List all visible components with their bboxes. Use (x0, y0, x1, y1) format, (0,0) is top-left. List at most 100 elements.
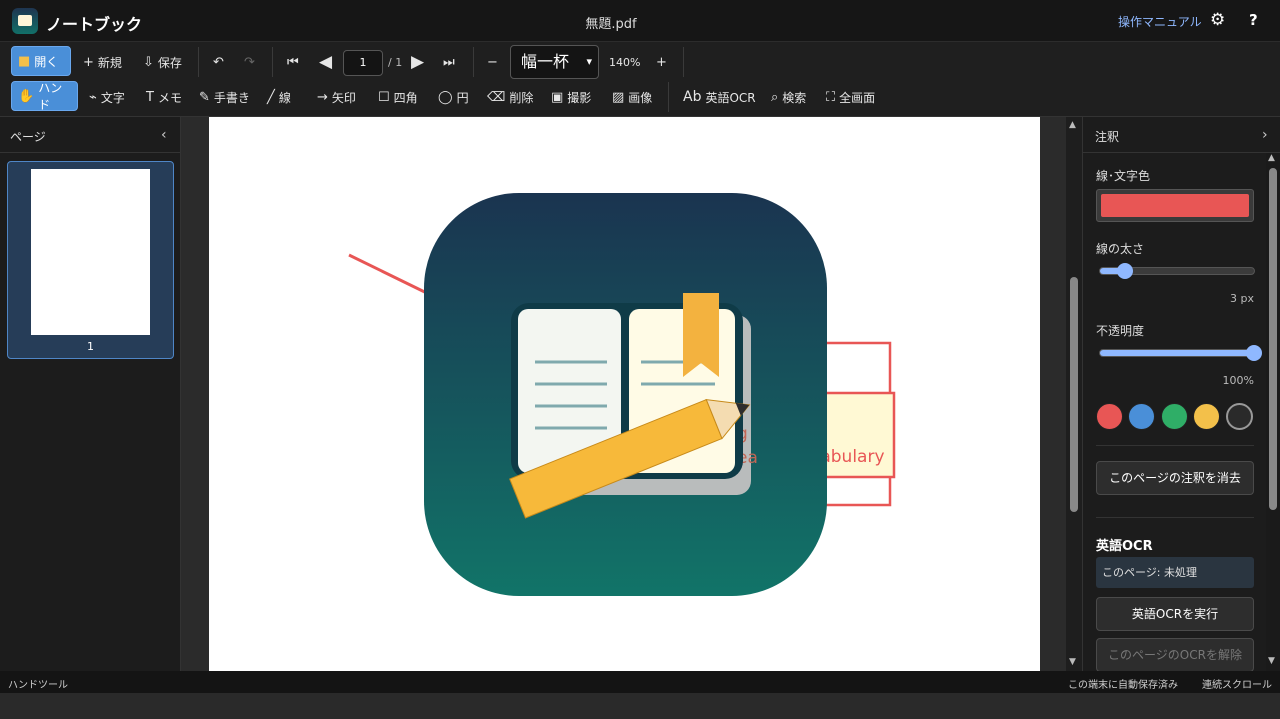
status-bar: ハンドツール この端末に自動保存済み 連続スクロール (0, 671, 1280, 693)
document-title: 無題.pdf (585, 17, 637, 32)
open-button[interactable]: ■ 開く (11, 46, 71, 76)
delete-tool-button[interactable]: ⌫ 削除 (481, 82, 539, 112)
prev-page-icon: ◀ (319, 52, 333, 72)
help-button[interactable]: ? (1249, 11, 1258, 29)
memo-icon: T (146, 89, 154, 105)
remove-ocr-button[interactable]: このページのOCRを解除 (1096, 638, 1254, 672)
opacity-slider-knob[interactable] (1246, 345, 1262, 361)
toolbar-divider (272, 47, 273, 77)
zoom-select[interactable]: 幅一杯 ▾ (510, 45, 599, 79)
image-button[interactable]: ▨ 画像 (606, 82, 658, 112)
line-tool-label: 線 (278, 90, 291, 105)
annotation-panel-scrollbar[interactable]: ▲ ▼ (1266, 153, 1280, 671)
line-width-value: 3 px (1230, 292, 1254, 305)
capture-button[interactable]: ▣ 撮影 (545, 82, 597, 112)
open-button-label: 開く (34, 54, 59, 69)
save-status: この端末に自動保存済み (1068, 680, 1178, 691)
page-panel-header: ページ ‹ (0, 117, 180, 153)
line-width-slider[interactable] (1099, 263, 1255, 279)
memo-tool-button[interactable]: T メモ (140, 82, 188, 112)
save-button[interactable]: ⇩ 保存 (137, 47, 188, 77)
fullscreen-icon: ⛶ (826, 89, 836, 105)
color-swatch-red[interactable] (1096, 403, 1123, 430)
page-number-input[interactable]: 1 (343, 50, 383, 76)
color-picker[interactable] (1096, 189, 1254, 222)
capture-label: 撮影 (567, 90, 592, 105)
arrow-tool-button[interactable]: → 矢印 (311, 82, 362, 112)
circle-icon: ◯ (438, 89, 453, 105)
undo-icon: ↶ (213, 54, 224, 70)
annotation-panel-header: 注釈 › (1083, 117, 1280, 153)
handwriting-tool-button[interactable]: ✎ 手書き (193, 82, 256, 112)
scroll-up-icon[interactable]: ▲ (1268, 153, 1275, 163)
circle-tool-label: 円 (456, 90, 469, 105)
manual-link[interactable]: 操作マニュアル (1118, 13, 1202, 30)
undo-button[interactable]: ↶ (207, 47, 230, 77)
circle-tool-button[interactable]: ◯ 円 (432, 82, 475, 112)
last-page-button[interactable]: ⏭ (437, 47, 461, 77)
prev-page-button[interactable]: ◀ (313, 47, 338, 77)
viewer-scrollbar-thumb[interactable] (1070, 277, 1078, 512)
color-swatch-green[interactable] (1161, 403, 1188, 430)
rectangle-tool-button[interactable]: ☐ 四角 (372, 82, 424, 112)
hand-tool-label: ハンド (38, 81, 63, 112)
hand-tool-button[interactable]: ✋ ハンド (11, 81, 78, 112)
last-page-icon: ⏭ (443, 54, 455, 70)
eraser-icon: ⌫ (487, 89, 506, 105)
chevron-right-icon[interactable]: › (1262, 127, 1268, 143)
opacity-slider[interactable] (1099, 345, 1262, 361)
handwriting-tool-label: 手書き (213, 90, 250, 105)
pdf-page[interactable]: cabulary g ea (209, 117, 1040, 671)
color-swatch-none[interactable] (1226, 403, 1253, 430)
fullscreen-button[interactable]: ⛶ 全画面 (820, 82, 881, 112)
delete-tool-label: 削除 (509, 90, 534, 105)
redo-button[interactable]: ↷ (238, 47, 261, 77)
document-viewer[interactable]: cabulary g ea (181, 117, 1066, 671)
search-button[interactable]: ⌕ 検索 (765, 82, 812, 112)
zoom-out-button[interactable]: − (481, 47, 504, 77)
zoom-select-value: 幅一杯 (521, 52, 570, 71)
page-thumbnail-panel: ページ ‹ 1 (0, 117, 181, 671)
next-page-button[interactable]: ▶ (405, 47, 430, 77)
clear-annotations-button[interactable]: このページの注釈を消去 (1096, 461, 1254, 495)
zoom-in-button[interactable]: + (650, 47, 673, 77)
viewer-scrollbar[interactable]: ▲ ▼ (1066, 117, 1082, 671)
ocr-icon: Ab (683, 89, 702, 105)
chevron-left-icon[interactable]: ‹ (161, 127, 167, 143)
ocr-button[interactable]: Ab 英語OCR (677, 82, 762, 112)
thumbnail-page-number: 1 (87, 340, 94, 353)
new-button[interactable]: + 新規 (77, 47, 128, 77)
pen-icon: ✎ (199, 89, 210, 105)
next-page-icon: ▶ (411, 52, 425, 72)
minus-icon: − (487, 54, 498, 70)
new-button-label: 新規 (97, 55, 122, 70)
annotation-panel: 注釈 › 線･文字色 線の太さ 3 px 不透明度 100% このページの注釈を… (1082, 117, 1280, 672)
image-label: 画像 (628, 90, 653, 105)
color-swatch-blue[interactable] (1128, 403, 1155, 430)
rectangle-tool-label: 四角 (393, 90, 418, 105)
gear-icon[interactable]: ⚙ (1210, 10, 1225, 30)
color-swatch-yellow[interactable] (1193, 403, 1220, 430)
first-page-button[interactable]: ⏮ (281, 47, 305, 77)
scroll-mode-status[interactable]: 連続スクロール (1202, 676, 1272, 691)
page-thumbnail[interactable]: 1 (7, 161, 174, 359)
image-icon: ▨ (612, 89, 625, 105)
text-tool-button[interactable]: ⌁ 文字 (83, 82, 131, 112)
run-ocr-button[interactable]: 英語OCRを実行 (1096, 597, 1254, 631)
toolbar: ■ 開く + 新規 ⇩ 保存 ↶ ↷ ⏮ ◀ 1 / 1 ▶ ⏭ − 幅一杯 ▾… (0, 42, 1280, 117)
scroll-down-icon[interactable]: ▼ (1069, 657, 1076, 667)
line-width-slider-knob[interactable] (1116, 263, 1133, 279)
ocr-label: 英語OCR (705, 90, 756, 105)
toolbar-divider (668, 82, 669, 112)
memo-tool-label: メモ (157, 90, 182, 105)
plus-icon: + (656, 54, 667, 70)
search-label: 検索 (782, 90, 807, 105)
scroll-up-icon[interactable]: ▲ (1069, 120, 1076, 130)
save-button-label: 保存 (157, 55, 182, 70)
line-tool-button[interactable]: ╱ 線 (261, 82, 297, 112)
scroll-down-icon[interactable]: ▼ (1268, 656, 1275, 666)
download-icon: ⇩ (143, 54, 154, 70)
arrow-right-icon: → (317, 89, 328, 105)
annotation-panel-scrollbar-thumb[interactable] (1269, 168, 1277, 510)
opacity-slider-fill (1100, 350, 1254, 356)
